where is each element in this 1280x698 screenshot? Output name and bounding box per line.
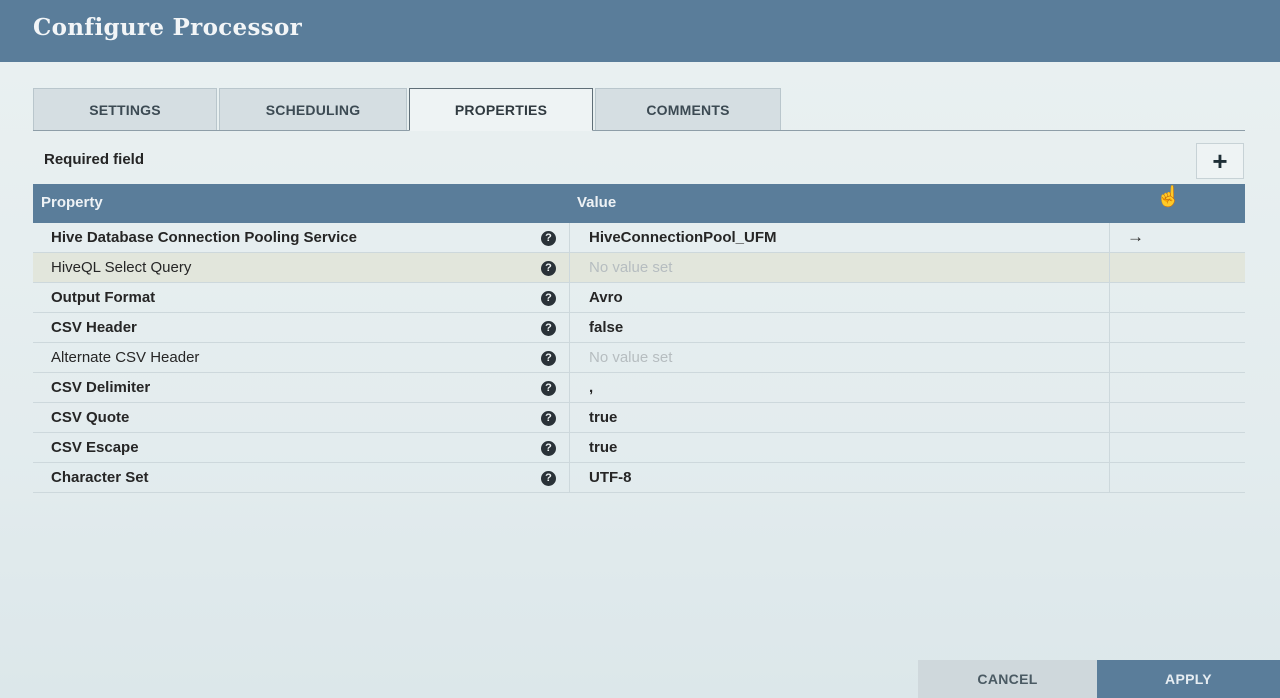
property-value-cell[interactable]: HiveConnectionPool_UFM (569, 223, 1110, 253)
property-value: Avro (589, 289, 623, 306)
column-header-property: Property (41, 194, 103, 211)
question-circle-icon[interactable]: ? (541, 381, 556, 396)
property-name: Hive Database Connection Pooling Service (51, 229, 357, 246)
property-value-cell[interactable]: false (569, 313, 1110, 343)
table-row[interactable]: CSV Delimiter ? , (33, 373, 1245, 403)
property-name: Alternate CSV Header (51, 349, 200, 366)
column-header-value: Value (577, 194, 617, 211)
property-name: CSV Quote (51, 409, 130, 426)
property-value-cell[interactable]: true (569, 403, 1110, 433)
tab-settings[interactable]: SETTINGS (33, 88, 217, 130)
table-row[interactable]: Character Set ? UTF-8 (33, 463, 1245, 493)
property-name: CSV Delimiter (51, 379, 151, 396)
property-name: HiveQL Select Query (51, 259, 192, 276)
table-row[interactable]: Output Format ? Avro (33, 283, 1245, 313)
table-row[interactable]: Hive Database Connection Pooling Service… (33, 223, 1245, 253)
property-value-cell[interactable]: UTF-8 (569, 463, 1110, 493)
add-property-button[interactable]: + (1196, 143, 1244, 179)
question-circle-icon[interactable]: ? (541, 261, 556, 276)
required-field-label: Required field (44, 151, 145, 168)
property-value-cell[interactable]: No value set (569, 343, 1110, 373)
table-row[interactable]: HiveQL Select Query ? No value set (33, 253, 1245, 283)
cancel-button[interactable]: CANCEL (918, 660, 1097, 698)
property-name: CSV Header (51, 319, 137, 336)
table-row[interactable]: CSV Quote ? true (33, 403, 1245, 433)
plus-icon: + (1212, 146, 1228, 176)
property-value-cell[interactable]: true (569, 433, 1110, 463)
tab-comments[interactable]: COMMENTS (595, 88, 781, 130)
property-value: true (589, 409, 618, 426)
question-circle-icon[interactable]: ? (541, 471, 556, 486)
property-value-cell[interactable]: No value set (569, 253, 1110, 283)
property-value: HiveConnectionPool_UFM (589, 229, 777, 246)
tab-properties[interactable]: PROPERTIES (409, 88, 593, 131)
dialog-title: Configure Processor (33, 14, 303, 41)
dialog-header: Configure Processor (0, 0, 1280, 62)
table-row[interactable]: CSV Escape ? true (33, 433, 1245, 463)
table-header: Property Value ☝ (33, 184, 1245, 223)
property-value: true (589, 439, 618, 456)
hand-pointer-icon: ☝ (1156, 186, 1181, 208)
property-name: CSV Escape (51, 439, 139, 456)
apply-button[interactable]: APPLY (1097, 660, 1280, 698)
question-circle-icon[interactable]: ? (541, 231, 556, 246)
arrow-right-icon[interactable]: → (1127, 227, 1144, 247)
property-name: Output Format (51, 289, 156, 306)
question-circle-icon[interactable]: ? (541, 441, 556, 456)
property-value-cell[interactable]: Avro (569, 283, 1110, 313)
property-name: Character Set (51, 469, 149, 486)
question-circle-icon[interactable]: ? (541, 411, 556, 426)
properties-table: Property Value ☝ Hive Database Connectio… (33, 184, 1245, 493)
property-value: No value set (589, 259, 673, 276)
table-row[interactable]: CSV Header ? false (33, 313, 1245, 343)
tab-bar: SETTINGS SCHEDULING PROPERTIES COMMENTS (33, 88, 1245, 131)
question-circle-icon[interactable]: ? (541, 291, 556, 306)
property-value: UTF-8 (589, 469, 632, 486)
property-value: false (589, 319, 624, 336)
property-value-cell[interactable]: , (569, 373, 1110, 403)
table-row[interactable]: Alternate CSV Header ? No value set (33, 343, 1245, 373)
question-circle-icon[interactable]: ? (541, 351, 556, 366)
question-circle-icon[interactable]: ? (541, 321, 556, 336)
tab-scheduling[interactable]: SCHEDULING (219, 88, 407, 130)
property-value: , (589, 379, 594, 396)
property-value: No value set (589, 349, 673, 366)
